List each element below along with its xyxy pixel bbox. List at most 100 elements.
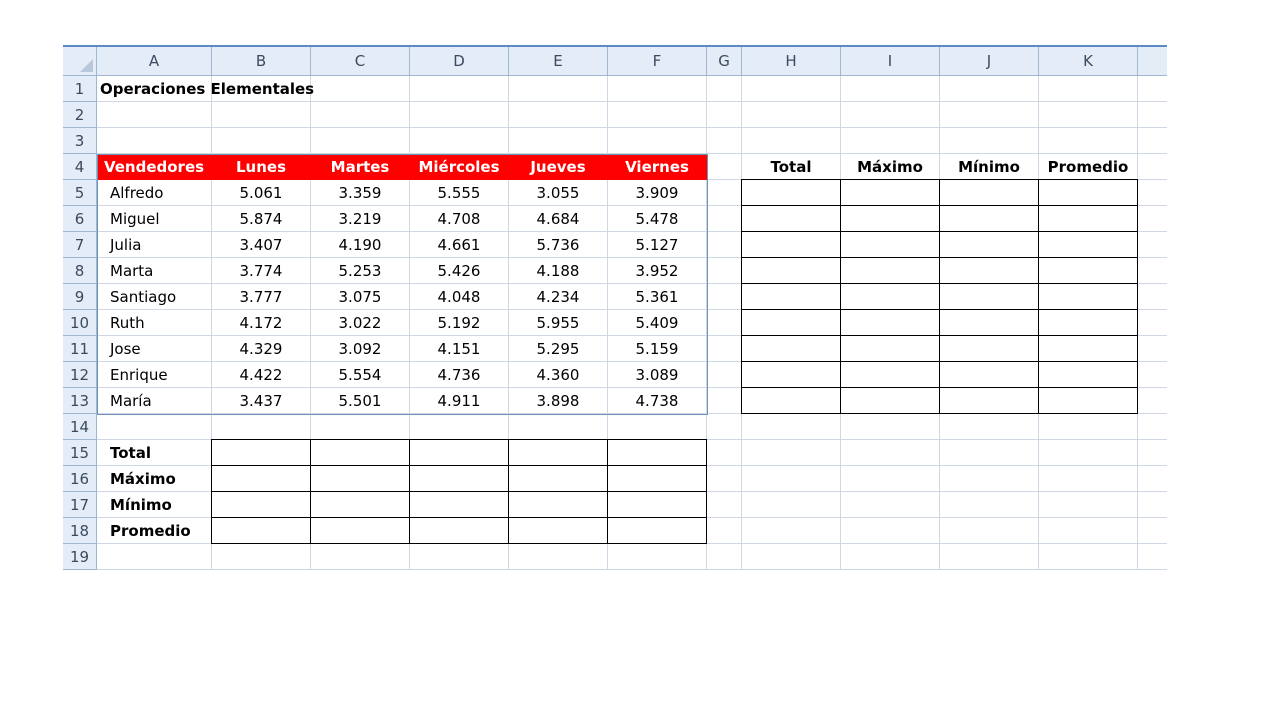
sales-value-cell[interactable]: 5.159 — [608, 336, 707, 362]
summary-input-cell[interactable] — [741, 361, 841, 388]
summary-input-cell[interactable] — [409, 439, 509, 466]
grid-cell[interactable] — [841, 76, 940, 102]
summary-input-cell[interactable] — [508, 491, 608, 518]
grid-cell[interactable] — [1138, 362, 1167, 388]
summary-input-cell[interactable] — [409, 517, 509, 544]
grid-cell[interactable] — [509, 414, 608, 440]
summary-input-cell[interactable] — [840, 179, 940, 206]
grid-cell[interactable] — [1138, 466, 1167, 492]
grid-cell[interactable] — [1039, 102, 1138, 128]
grid-cell[interactable] — [707, 76, 742, 102]
row-header[interactable]: 15 — [63, 440, 97, 466]
summary-input-cell[interactable] — [1038, 231, 1138, 258]
sales-value-cell[interactable]: 5.554 — [311, 362, 410, 388]
row-header[interactable]: 8 — [63, 258, 97, 284]
grid-cell[interactable] — [1039, 518, 1138, 544]
vendor-name-cell[interactable]: Ruth — [97, 310, 212, 336]
row-header[interactable]: 4 — [63, 154, 97, 180]
summary-input-cell[interactable] — [1038, 361, 1138, 388]
grid-cell[interactable] — [1138, 180, 1167, 206]
sales-value-cell[interactable]: 5.061 — [212, 180, 311, 206]
summary-input-cell[interactable] — [939, 309, 1039, 336]
day-header[interactable]: Lunes — [212, 154, 311, 180]
grid-cell[interactable] — [742, 518, 841, 544]
summary-column-header[interactable]: Mínimo — [940, 154, 1039, 180]
summary-input-cell[interactable] — [310, 517, 410, 544]
sales-value-cell[interactable]: 4.708 — [410, 206, 509, 232]
grid-cell[interactable] — [940, 128, 1039, 154]
summary-input-cell[interactable] — [840, 335, 940, 362]
grid-cell[interactable] — [1138, 310, 1167, 336]
grid-cell[interactable] — [940, 414, 1039, 440]
grid-cell[interactable] — [707, 102, 742, 128]
summary-input-cell[interactable] — [741, 231, 841, 258]
sales-value-cell[interactable]: 3.407 — [212, 232, 311, 258]
grid-cell[interactable] — [212, 414, 311, 440]
grid-cell[interactable] — [1138, 206, 1167, 232]
summary-input-cell[interactable] — [840, 205, 940, 232]
sales-value-cell[interactable]: 4.736 — [410, 362, 509, 388]
grid-cell[interactable] — [707, 232, 742, 258]
grid-cell[interactable] — [1138, 76, 1167, 102]
sales-value-cell[interactable]: 5.555 — [410, 180, 509, 206]
row-header[interactable]: 5 — [63, 180, 97, 206]
grid-cell[interactable] — [707, 180, 742, 206]
grid-cell[interactable] — [212, 544, 311, 570]
sales-value-cell[interactable]: 4.329 — [212, 336, 311, 362]
grid-cell[interactable] — [940, 76, 1039, 102]
grid-cell[interactable] — [841, 440, 940, 466]
grid-cell[interactable] — [940, 102, 1039, 128]
summary-input-cell[interactable] — [741, 205, 841, 232]
grid-cell[interactable] — [1138, 518, 1167, 544]
grid-cell[interactable] — [608, 102, 707, 128]
sales-value-cell[interactable]: 3.219 — [311, 206, 410, 232]
sales-value-cell[interactable]: 4.151 — [410, 336, 509, 362]
grid-cell[interactable] — [841, 414, 940, 440]
row-header[interactable]: 12 — [63, 362, 97, 388]
summary-input-cell[interactable] — [939, 179, 1039, 206]
column-header[interactable]: E — [509, 47, 608, 76]
grid-cell[interactable] — [742, 466, 841, 492]
summary-input-cell[interactable] — [840, 283, 940, 310]
grid-cell[interactable] — [311, 544, 410, 570]
summary-input-cell[interactable] — [607, 465, 707, 492]
summary-input-cell[interactable] — [1038, 205, 1138, 232]
row-header[interactable]: 9 — [63, 284, 97, 310]
summary-input-cell[interactable] — [840, 257, 940, 284]
grid-cell[interactable] — [940, 492, 1039, 518]
grid-cell[interactable] — [410, 102, 509, 128]
sales-value-cell[interactable]: 3.075 — [311, 284, 410, 310]
grid-cell[interactable] — [707, 258, 742, 284]
sales-value-cell[interactable]: 4.360 — [509, 362, 608, 388]
sales-value-cell[interactable]: 5.736 — [509, 232, 608, 258]
day-header[interactable]: Viernes — [608, 154, 707, 180]
grid-cell[interactable] — [212, 128, 311, 154]
summary-row-label[interactable]: Máximo — [97, 466, 212, 492]
row-header[interactable]: 1 — [63, 76, 97, 102]
grid-cell[interactable] — [707, 466, 742, 492]
grid-cell[interactable] — [1039, 544, 1138, 570]
grid-cell[interactable] — [742, 76, 841, 102]
column-header[interactable]: H — [742, 47, 841, 76]
grid-cell[interactable] — [1138, 414, 1167, 440]
grid-cell[interactable] — [311, 128, 410, 154]
grid-cell[interactable] — [97, 102, 212, 128]
vendedores-header[interactable]: Vendedores — [97, 154, 212, 180]
sales-value-cell[interactable]: 3.437 — [212, 388, 311, 414]
sales-value-cell[interactable]: 4.911 — [410, 388, 509, 414]
summary-row-label[interactable]: Mínimo — [97, 492, 212, 518]
row-header[interactable]: 7 — [63, 232, 97, 258]
grid-cell[interactable] — [608, 544, 707, 570]
summary-input-cell[interactable] — [1038, 387, 1138, 414]
vendor-name-cell[interactable]: Jose — [97, 336, 212, 362]
vendor-name-cell[interactable]: Alfredo — [97, 180, 212, 206]
summary-input-cell[interactable] — [939, 231, 1039, 258]
grid-cell[interactable] — [1039, 466, 1138, 492]
sheet-title[interactable]: Operaciones Elementales — [97, 76, 597, 102]
column-header[interactable]: G — [707, 47, 742, 76]
column-header[interactable]: C — [311, 47, 410, 76]
summary-input-cell[interactable] — [741, 179, 841, 206]
vendor-name-cell[interactable]: Marta — [97, 258, 212, 284]
sales-value-cell[interactable]: 3.055 — [509, 180, 608, 206]
summary-row-label[interactable]: Total — [97, 440, 212, 466]
